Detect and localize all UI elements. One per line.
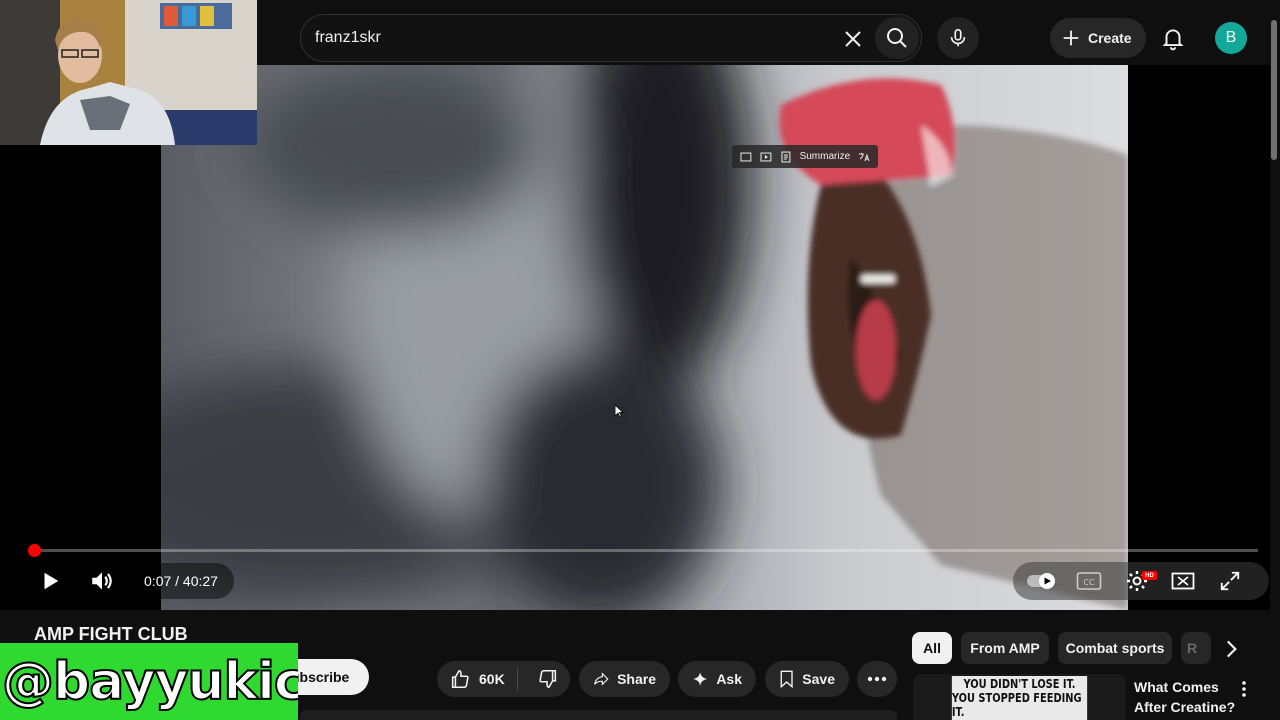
- summarize-icon: [781, 151, 791, 162]
- like-button[interactable]: 60K: [437, 661, 509, 697]
- chip-partial[interactable]: R: [1181, 632, 1211, 664]
- share-label: Share: [617, 671, 656, 687]
- svg-text:CC: CC: [1083, 578, 1095, 587]
- more-vertical-icon[interactable]: [1234, 679, 1254, 699]
- scrubber-handle[interactable]: [28, 544, 41, 557]
- play-button[interactable]: [32, 565, 68, 597]
- thumbnail-card: YOU DIDN'T LOSE IT. YOU STOPPED FEEDING …: [951, 676, 1088, 720]
- webcam-scene: [0, 0, 257, 145]
- fullscreen-button[interactable]: [1213, 566, 1247, 596]
- create-button[interactable]: Create: [1050, 18, 1146, 58]
- theater-icon: [1171, 572, 1195, 590]
- save-button[interactable]: Save: [765, 661, 849, 697]
- streamer-handle-overlay: @bayyukich: [0, 643, 298, 720]
- avatar-letter: B: [1225, 29, 1237, 46]
- autoplay-toggle-icon: [1027, 573, 1055, 589]
- like-dislike-group: 60K: [437, 661, 570, 697]
- video-player[interactable]: Summarize: [0, 65, 1270, 610]
- dislike-button[interactable]: [526, 661, 570, 697]
- plus-icon: [1063, 30, 1079, 46]
- ask-button[interactable]: Ask: [678, 661, 756, 697]
- video-title[interactable]: AMP FIGHT CLUB: [34, 624, 188, 645]
- mouse-cursor-icon: [614, 404, 624, 418]
- chevron-right-icon[interactable]: [1218, 636, 1244, 662]
- video-scene: [161, 65, 1128, 610]
- like-divider: [517, 667, 518, 691]
- share-icon: [594, 672, 609, 686]
- search-button[interactable]: [875, 17, 919, 59]
- chip-combat-sports[interactable]: Combat sports: [1058, 632, 1172, 664]
- cc-icon: CC: [1076, 572, 1102, 590]
- bookmark-icon: [780, 670, 793, 689]
- time-display: 0:07 / 40:27: [128, 563, 234, 599]
- thumbnail-text-line2: YOU STOPPED FEEDING IT.: [951, 691, 1082, 719]
- clear-icon[interactable]: [841, 27, 865, 51]
- theater-mode-button[interactable]: [1166, 566, 1200, 596]
- page-scrollbar[interactable]: [1271, 20, 1277, 160]
- video-tool-icon[interactable]: [760, 151, 772, 163]
- volume-icon: [92, 572, 112, 590]
- recommended-thumbnail[interactable]: YOU DIDN'T LOSE IT. YOU STOPPED FEEDING …: [913, 674, 1126, 720]
- fullscreen-icon: [1220, 571, 1240, 591]
- dislike-icon: [539, 669, 557, 689]
- summarize-button[interactable]: Summarize: [800, 151, 851, 162]
- thumbnail-text-line1: YOU DIDN'T LOSE IT.: [963, 677, 1076, 691]
- chip-all[interactable]: All: [912, 632, 952, 664]
- mic-icon: [950, 28, 966, 47]
- sparkle-icon: [693, 672, 707, 686]
- hd-badge: HD: [1142, 571, 1157, 580]
- play-icon: [44, 572, 59, 590]
- captions-button[interactable]: CC: [1072, 566, 1106, 596]
- streamer-handle: @bayyukich: [2, 651, 298, 712]
- chip-from-amp[interactable]: From AMP: [961, 632, 1049, 664]
- progress-bar[interactable]: [28, 544, 1258, 557]
- description-panel[interactable]: [300, 710, 897, 720]
- more-horizontal-icon: [867, 676, 887, 682]
- video-frame[interactable]: Summarize: [161, 65, 1128, 610]
- webcam-overlay: [0, 0, 257, 145]
- translate-icon[interactable]: [858, 151, 870, 163]
- avatar[interactable]: B: [1215, 22, 1247, 54]
- like-count: 60K: [479, 671, 505, 687]
- recommended-title[interactable]: What Comes After Creatine?: [1134, 677, 1244, 717]
- search-icon: [887, 28, 907, 48]
- ai-toolbar: Summarize: [732, 145, 878, 168]
- save-label: Save: [802, 671, 835, 687]
- time-text: 0:07 / 40:27: [144, 573, 218, 589]
- ask-label: Ask: [716, 671, 742, 687]
- create-label: Create: [1088, 30, 1132, 46]
- bell-icon[interactable]: [1160, 25, 1186, 51]
- more-actions-button[interactable]: [857, 661, 897, 697]
- pip-icon[interactable]: [740, 151, 752, 163]
- volume-button[interactable]: [84, 565, 120, 597]
- autoplay-toggle[interactable]: [1024, 566, 1060, 596]
- voice-search-button[interactable]: [937, 17, 979, 59]
- share-button[interactable]: Share: [579, 661, 670, 697]
- like-icon: [451, 669, 469, 689]
- search-input[interactable]: [315, 23, 815, 53]
- search-box: [300, 14, 922, 62]
- hd-text: HD: [1145, 572, 1154, 579]
